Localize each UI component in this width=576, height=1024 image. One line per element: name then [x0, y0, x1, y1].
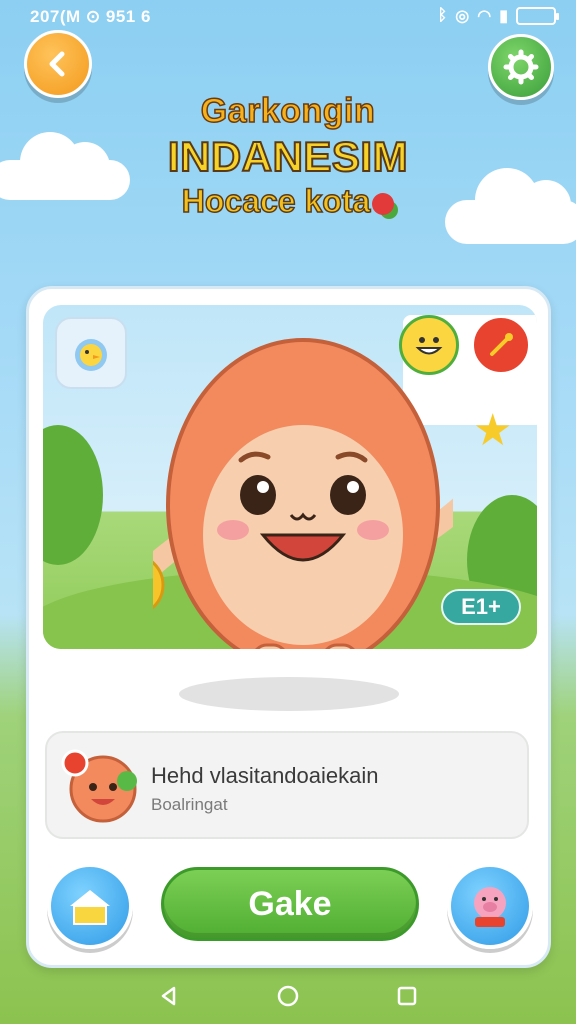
character-card: ★ E1+ Hehd vlasitandoaiekain Boalringat …	[26, 286, 551, 968]
wand-badge[interactable]	[471, 315, 531, 375]
title-line-3-text: Hocace kota	[181, 182, 371, 220]
back-button[interactable]	[24, 30, 92, 98]
status-icons: ᛒ ◎ ◠ ▮	[437, 6, 559, 26]
settings-button[interactable]	[488, 34, 554, 100]
chick-icon	[75, 339, 107, 371]
signal-icon: ▮	[499, 8, 508, 25]
character-scene: ★ E1+	[43, 305, 537, 649]
house-icon	[70, 890, 110, 925]
square-recents-icon	[397, 986, 416, 1006]
triangle-back-icon	[162, 986, 176, 1006]
system-nav-bar	[0, 968, 576, 1024]
character-avatar	[61, 749, 137, 823]
game-title: Garkongin INDANESIM Hocace kota	[120, 91, 456, 220]
info-title: Hehd vlasitandoaiekain	[151, 763, 379, 788]
pig-icon	[474, 887, 506, 927]
chick-badge[interactable]	[55, 317, 127, 389]
pig-button[interactable]	[447, 863, 533, 949]
status-time: 207(M ⊙ 951 6	[30, 7, 151, 26]
circle-home-icon	[277, 985, 299, 1007]
title-line-2: INDANESIM	[167, 132, 409, 181]
location-icon: ◎	[455, 8, 470, 25]
mascot-shadow	[179, 677, 399, 711]
chevron-left-icon	[49, 51, 65, 77]
cloud-decoration	[0, 132, 130, 200]
nav-home-button[interactable]	[274, 982, 302, 1010]
info-panel[interactable]: Hehd vlasitandoaiekain Boalringat	[45, 731, 529, 839]
tree-decoration	[43, 425, 103, 565]
status-bar: 207(M ⊙ 951 6 ᛒ ◎ ◠ ▮	[0, 0, 576, 34]
cherry-icon	[372, 192, 395, 215]
nav-recents-button[interactable]	[393, 982, 421, 1010]
cloud-decoration	[445, 168, 576, 244]
play-button[interactable]: Gake	[161, 867, 419, 941]
star-icon: ★	[473, 406, 513, 455]
gear-icon	[503, 49, 539, 85]
title-line-1: Garkongin	[200, 91, 376, 131]
level-badge[interactable]: E1+	[441, 589, 521, 625]
mascot-character[interactable]	[153, 335, 453, 649]
wifi-icon: ◠	[477, 8, 492, 25]
battery-icon	[516, 7, 559, 25]
title-line-3: Hocace kota	[120, 182, 456, 220]
wand-icon	[490, 333, 513, 356]
bluetooth-icon: ᛒ	[437, 7, 448, 24]
home-button[interactable]	[47, 863, 133, 949]
nav-back-button[interactable]	[155, 982, 183, 1010]
info-subtitle: Boalringat	[151, 795, 228, 814]
